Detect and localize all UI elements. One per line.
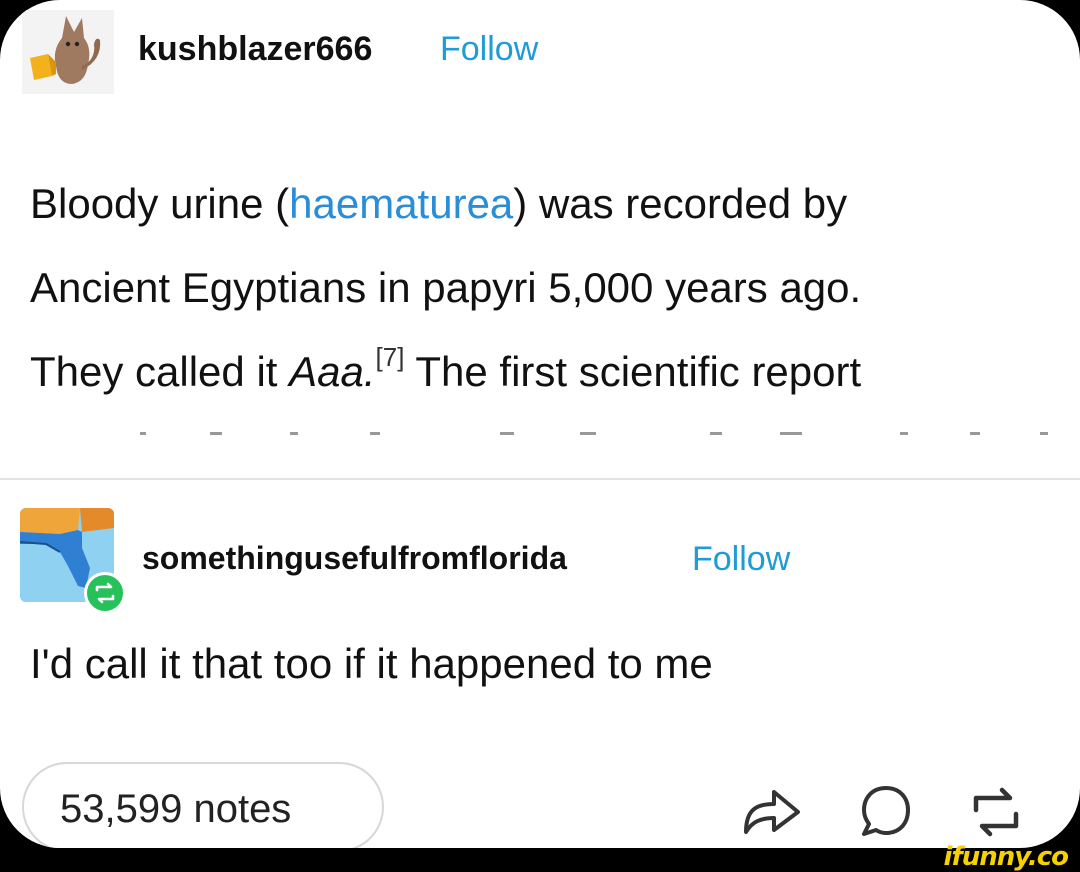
cat-avatar-icon	[22, 10, 114, 94]
reply-icon[interactable]	[858, 782, 914, 840]
post-card: kushblazer666 Follow Bloody urine (haema…	[0, 0, 1080, 848]
notes-count: 53,599 notes	[60, 787, 292, 831]
haematurea-link[interactable]: haematurea	[289, 180, 513, 227]
op-username[interactable]: kushblazer666	[138, 30, 372, 69]
post-text: The first scientific report	[404, 348, 862, 395]
post-line-1: Bloody urine (haematurea) was recorded b…	[30, 162, 1070, 246]
post-line-3: They called it Aaa.[7] The first scienti…	[30, 330, 1070, 419]
italic-term: Aaa.	[289, 348, 376, 395]
share-icon[interactable]	[742, 786, 802, 836]
divider	[0, 478, 1080, 480]
avatar-kushblazer666[interactable]	[22, 10, 114, 94]
reblog-icon[interactable]	[966, 784, 1026, 840]
ifunny-watermark: ifunny.co	[943, 842, 1069, 872]
reblog-badge-icon	[84, 572, 126, 614]
post-text: Bloody urine (	[30, 180, 290, 227]
reblogger-follow-button[interactable]: Follow	[692, 540, 790, 579]
post-body: Bloody urine (haematurea) was recorded b…	[30, 162, 1070, 419]
citation[interactable]: [7]	[376, 342, 405, 372]
op-follow-button[interactable]: Follow	[440, 30, 538, 69]
reblogger-username[interactable]: somethingusefulfromflorida	[142, 540, 567, 577]
post-text: They called it	[30, 348, 290, 395]
post-text: ) was recorded by	[513, 180, 848, 227]
truncated-text-line	[140, 432, 1048, 435]
post-line-2: Ancient Egyptians in papyri 5,000 years …	[30, 264, 862, 311]
reblog-text: I'd call it that too if it happened to m…	[30, 640, 713, 687]
